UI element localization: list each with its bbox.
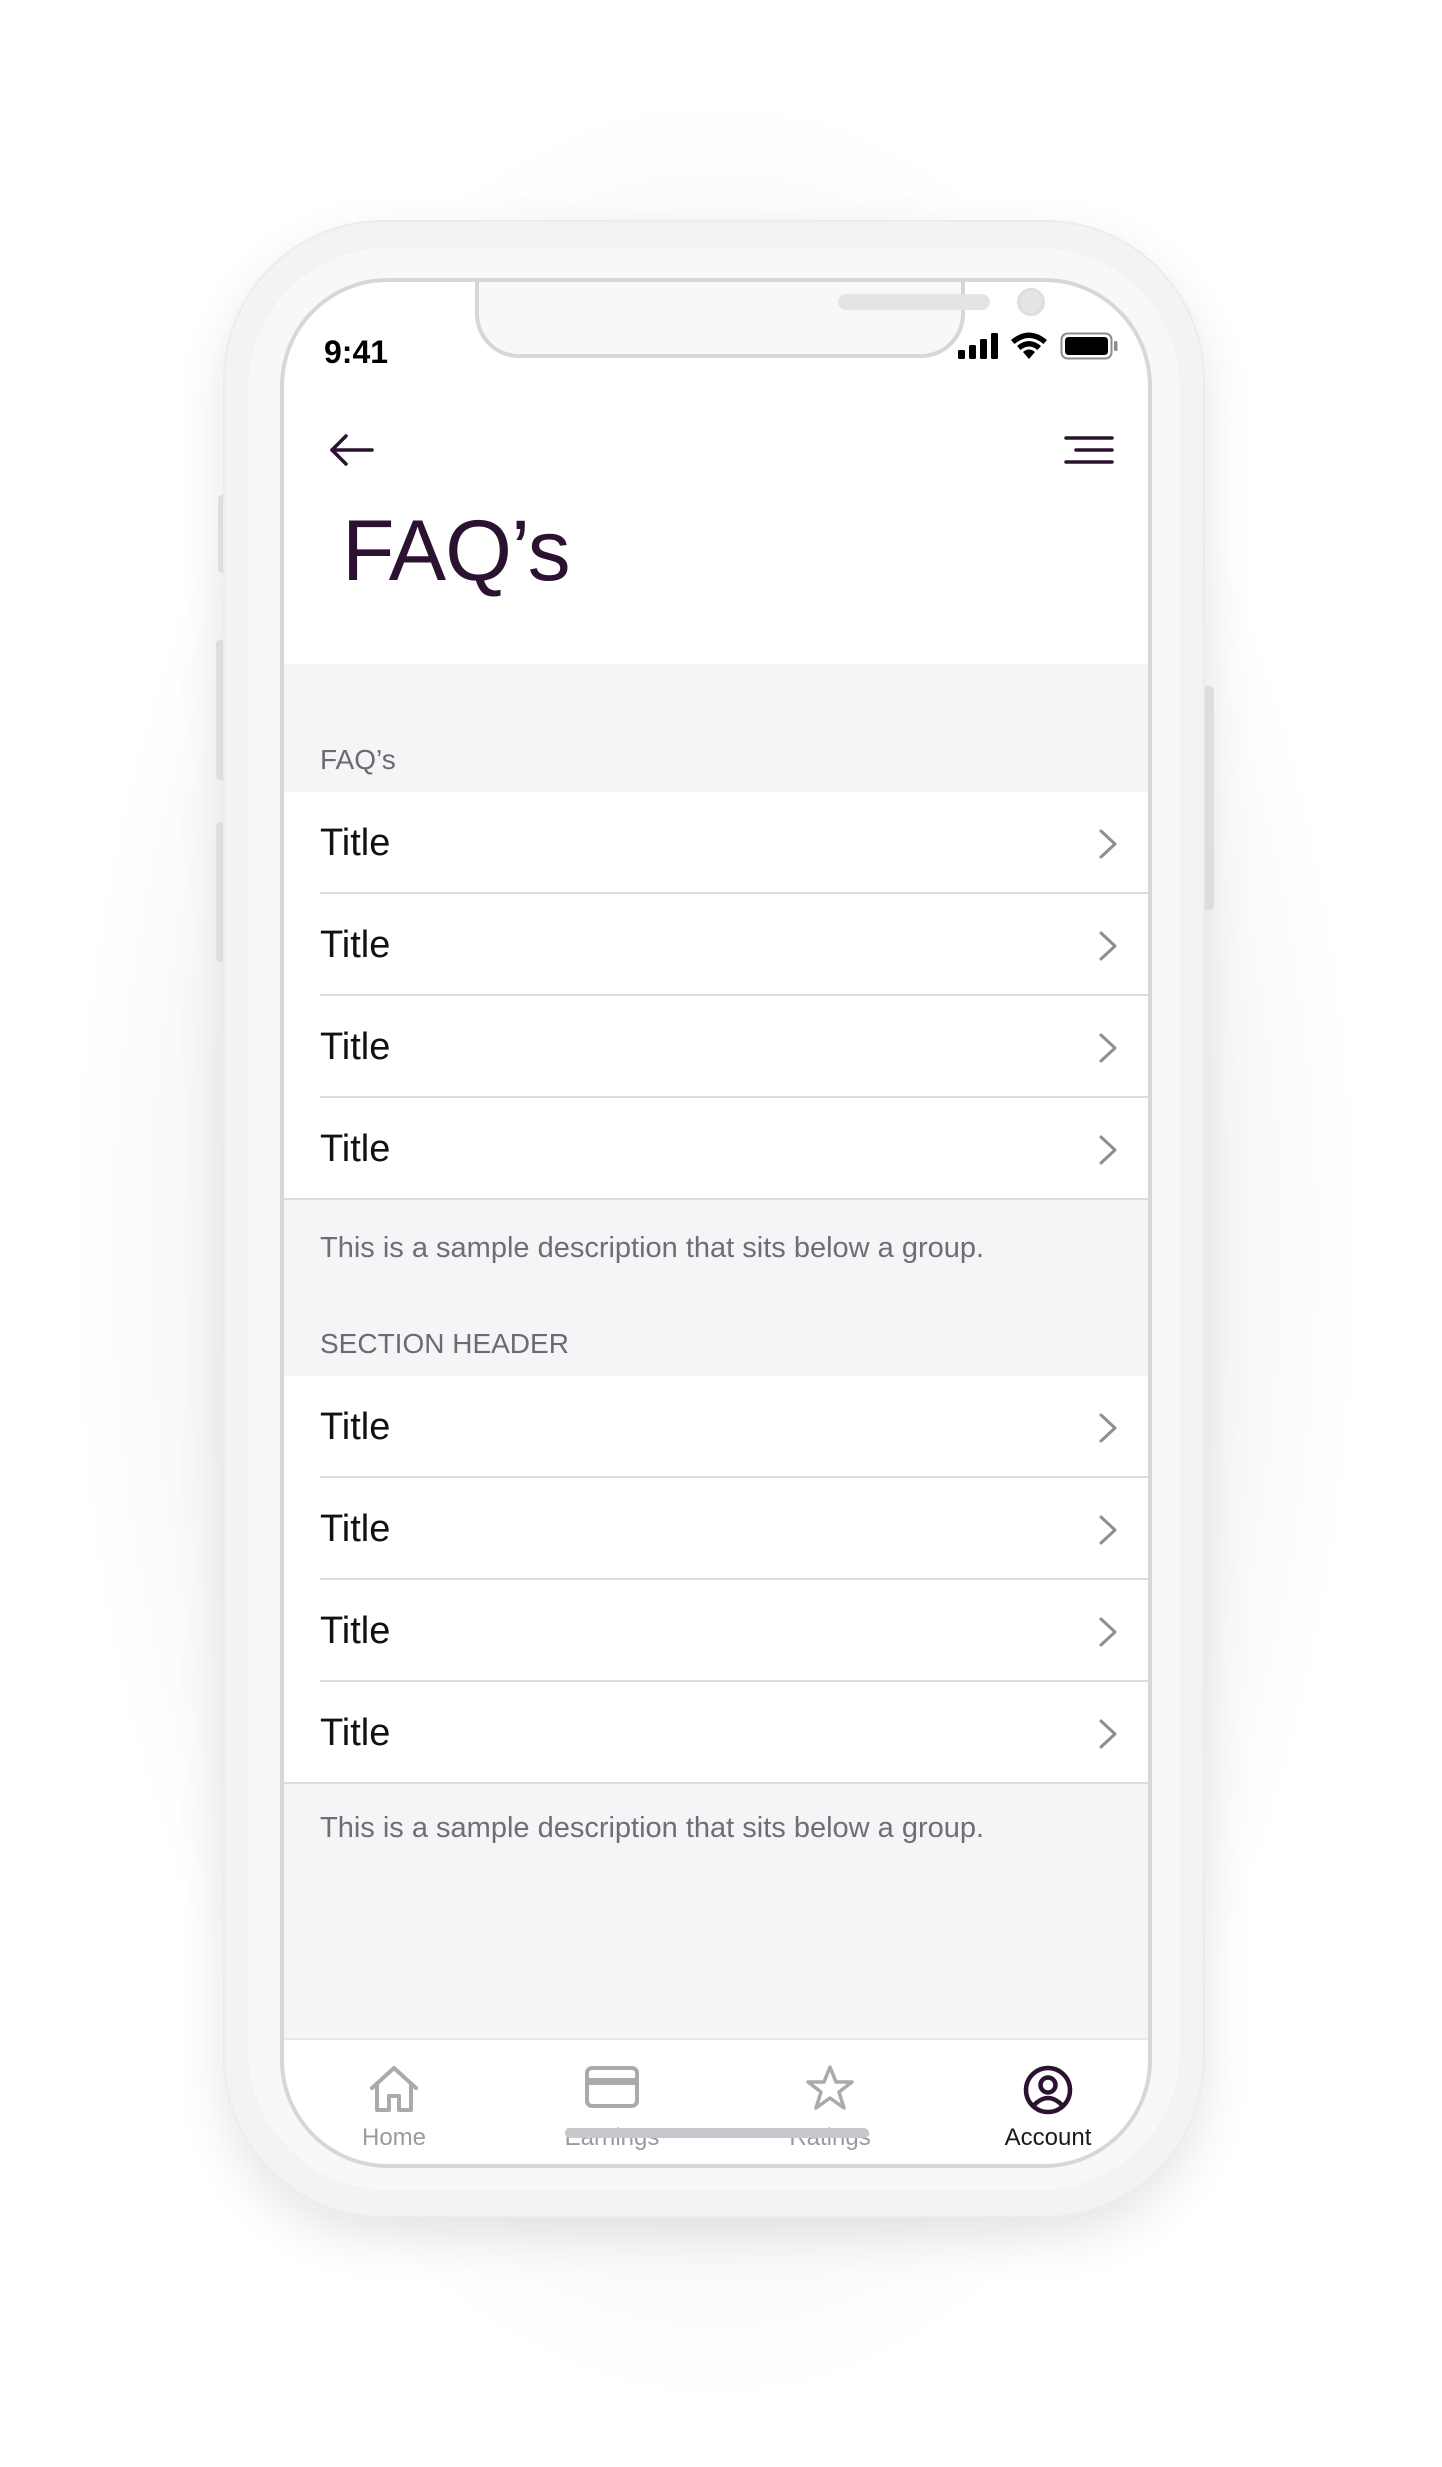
list-item[interactable]: Title [284,1478,1148,1580]
list-item-title: Title [320,1508,391,1550]
page-title: FAQ’s [342,503,571,599]
tab-earnings[interactable]: Earnings [542,2040,682,2164]
tab-account[interactable]: Account [978,2040,1118,2164]
speaker [838,294,990,310]
front-camera [1017,288,1045,316]
group-description: This is a sample description that sits b… [320,1232,985,1264]
list-item-title: Title [320,1610,391,1652]
group-description: This is a sample description that sits b… [320,1812,985,1844]
chevron-right-icon [1099,1413,1117,1443]
divider [284,1198,1148,1200]
list-item[interactable]: Title [284,792,1148,894]
status-icons [958,332,1118,360]
home-icon [370,2066,418,2112]
list-item-title: Title [320,1712,391,1754]
tab-home[interactable]: Home [324,2040,464,2164]
chevron-right-icon [1099,1719,1117,1749]
phone-screen: 9:41 FAQ’s FAQ’s Title Title Title Title… [280,278,1152,2168]
chevron-right-icon [1099,1135,1117,1165]
tab-ratings[interactable]: Ratings [760,2040,900,2164]
menu-button[interactable] [1060,420,1120,480]
tab-bar: Home Earnings Ratings Account [284,2038,1148,2164]
list-item[interactable]: Title [284,894,1148,996]
status-time: 9:41 [324,334,389,370]
list-item[interactable]: Title [284,1682,1148,1784]
chevron-right-icon [1099,1617,1117,1647]
back-button[interactable] [322,420,382,480]
chevron-right-icon [1099,1515,1117,1545]
list-item[interactable]: Title [284,996,1148,1098]
list-item-title: Title [320,1128,391,1170]
list-item-title: Title [320,924,391,966]
list-item[interactable]: Title [284,1376,1148,1478]
menu-icon [1064,436,1114,464]
list-item-title: Title [320,1406,391,1448]
chevron-right-icon [1099,829,1117,859]
list-item[interactable]: Title [284,1580,1148,1682]
notch [475,282,1045,358]
battery-icon [1060,332,1118,360]
home-indicator [565,2128,869,2138]
list-item-title: Title [320,822,391,864]
wifi-icon [1011,332,1047,359]
section-header: SECTION HEADER [320,1328,569,1359]
chevron-right-icon [1099,931,1117,961]
chevron-right-icon [1099,1033,1117,1063]
tab-label: Home [361,2124,427,2151]
cellular-signal-icon [958,333,998,359]
list-item-title: Title [320,1026,391,1068]
divider [284,1782,1148,1784]
account-icon [1023,2065,1073,2115]
arrow-left-icon [330,434,374,466]
card-icon [585,2066,639,2108]
section-header: FAQ’s [320,744,396,775]
tab-label: Account [1004,2124,1092,2151]
star-icon [806,2065,854,2110]
list-item[interactable]: Title [284,1098,1148,1200]
list-group: Title Title Title Title [284,1376,1148,1784]
list-group: Title Title Title Title [284,792,1148,1200]
